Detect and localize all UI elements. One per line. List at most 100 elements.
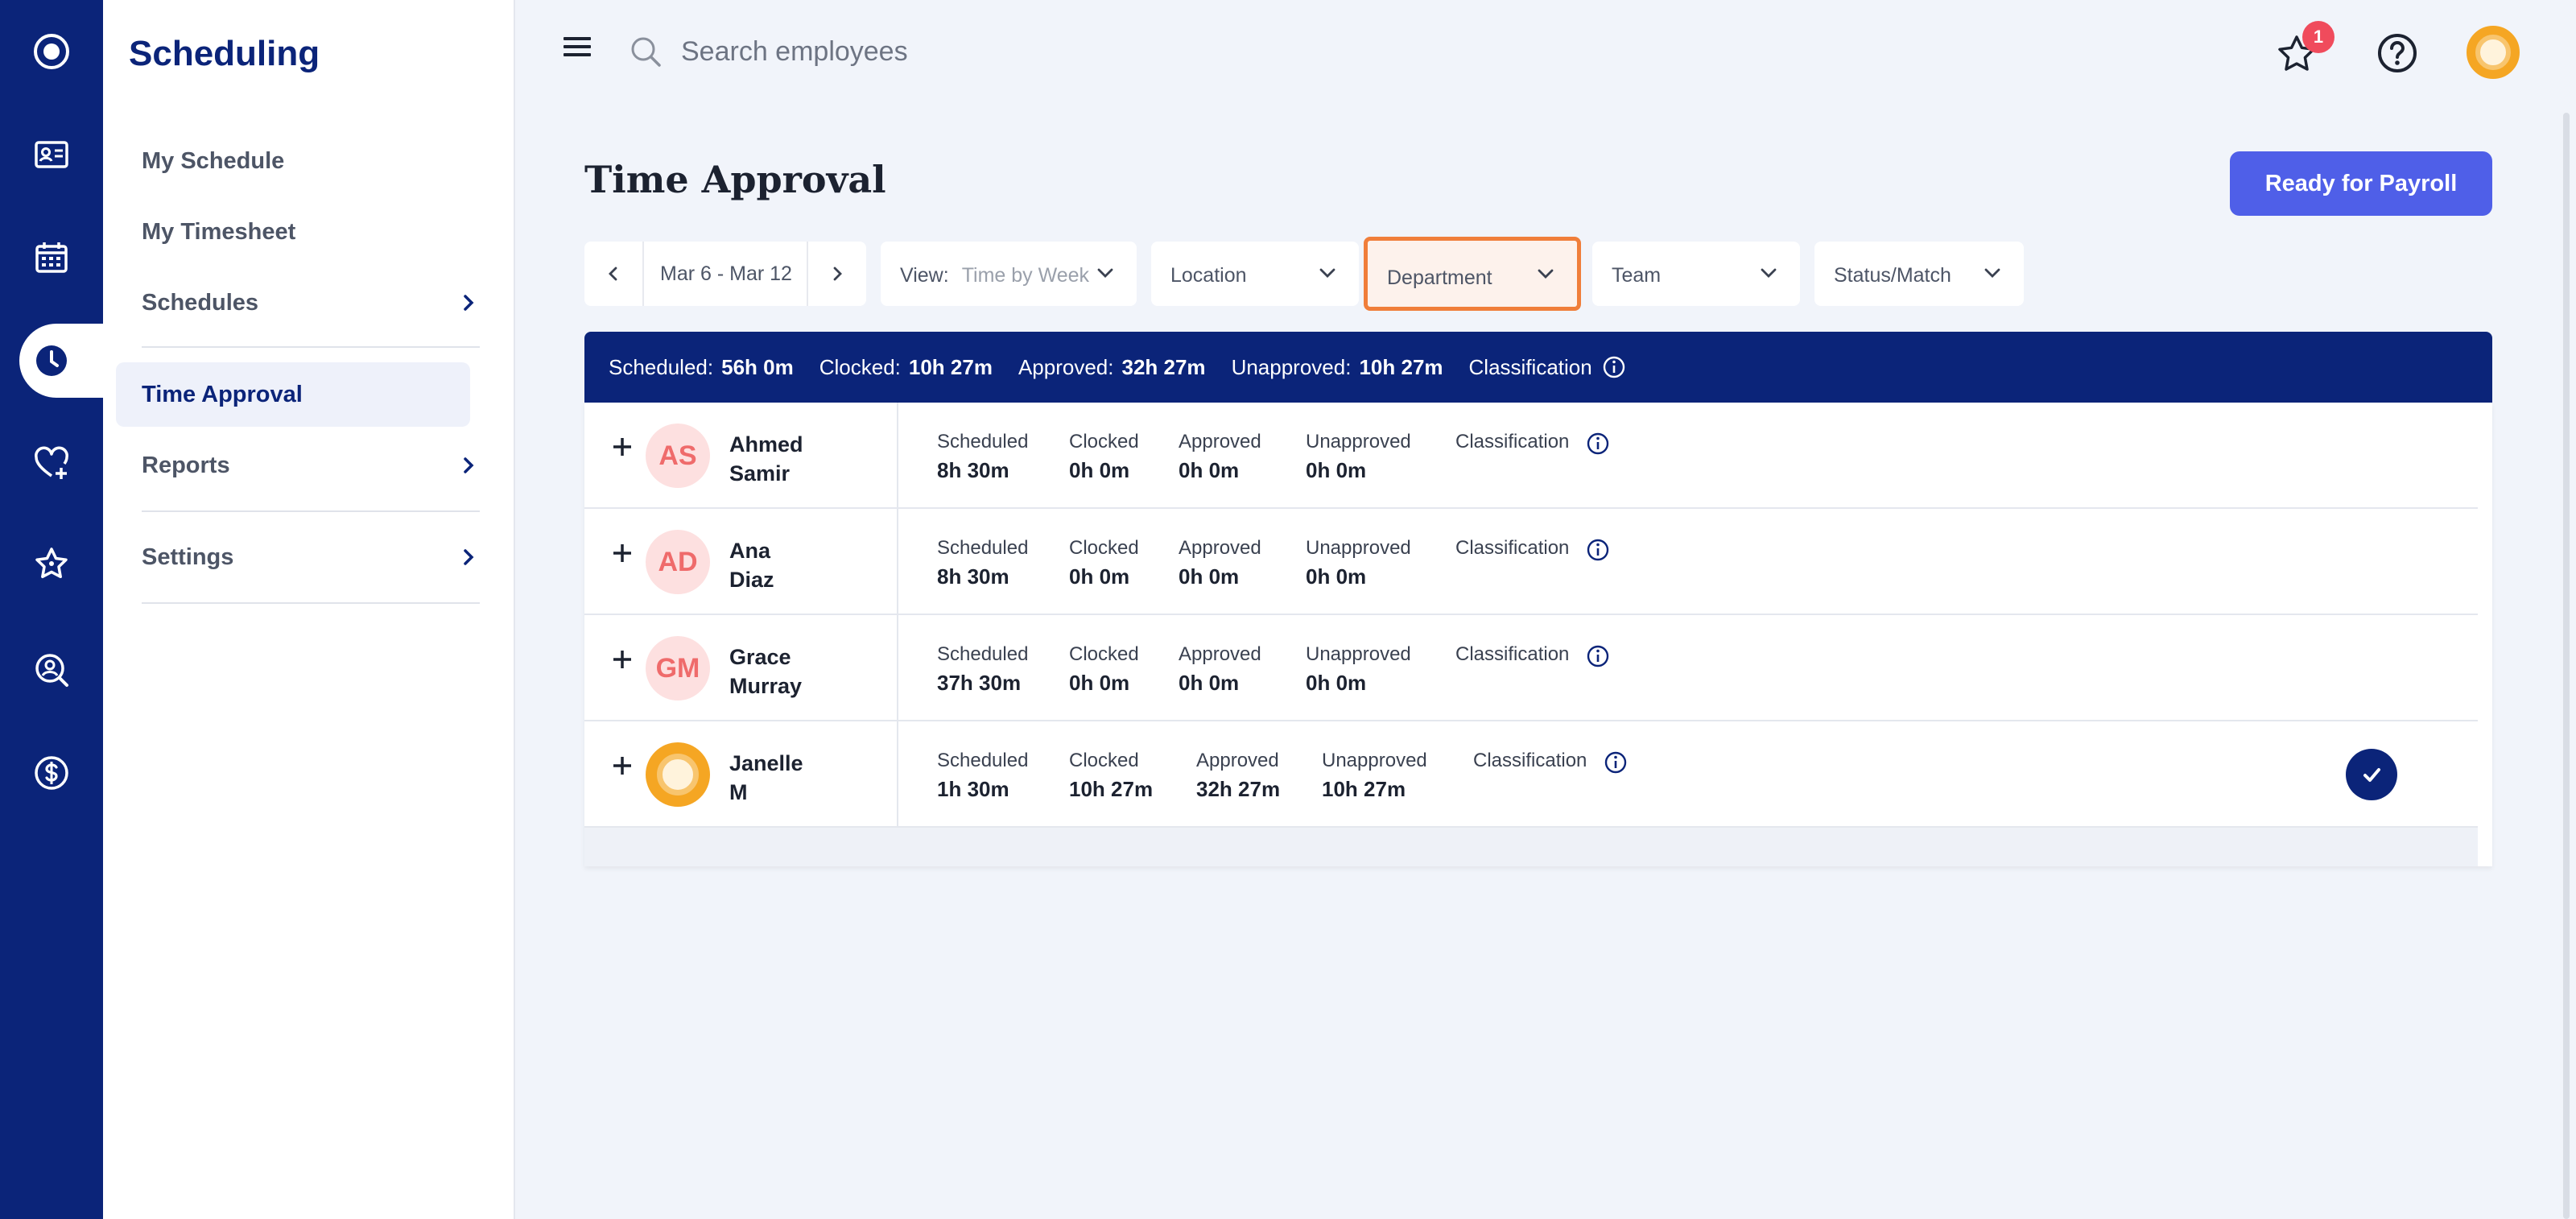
chevron-right-icon [833,267,842,281]
last-name: Diaz [729,568,774,592]
expand-plus-icon[interactable] [610,435,634,459]
status-match-select[interactable]: Status/Match [1814,242,2024,306]
stat-label: Scheduled [937,537,1029,559]
summary-value: 10h 27m [1359,354,1443,379]
view-label: View: [900,264,949,287]
expand-plus-icon[interactable] [610,647,634,671]
user-avatar[interactable] [2467,26,2520,79]
info-icon[interactable] [1586,538,1610,562]
previous-week-button[interactable] [584,242,644,306]
nav-divider [142,510,480,512]
next-week-button[interactable] [807,242,866,306]
table-row: GM Grace Murray Scheduled 37h 30m Clocked 0… [584,615,2478,721]
last-name: M [729,780,748,804]
department-select[interactable]: Department [1364,237,1581,311]
last-name: Murray [729,674,803,698]
checkmark-icon [2363,768,2380,782]
team-select[interactable]: Team [1592,242,1800,306]
clock-icon[interactable] [0,322,103,399]
star-icon[interactable] [0,525,103,602]
stat-label: Classification [1455,537,1570,559]
column-divider [897,615,898,721]
totals-summary-bar: Scheduled: 56h 0m Clocked: 10h 27m Approve… [584,332,2492,403]
stat-label: Unapproved [1322,750,1427,771]
approved-check-button[interactable] [2346,749,2397,800]
info-icon[interactable] [1586,644,1610,668]
info-icon[interactable] [1602,355,1626,379]
chevron-left-icon [609,267,617,281]
employee-avatar: GM [646,636,710,700]
scheduled-stat: Scheduled 1h 30m [937,747,1028,804]
summary-label: Scheduled: [609,354,714,379]
search-icon [631,37,661,67]
info-icon[interactable] [1586,432,1610,456]
summary-value: 56h 0m [721,354,794,379]
classification-stat: Classification [1455,641,1569,668]
stat-value: 0h 0m [1179,564,1240,589]
nav-item-reports[interactable]: Reports [142,433,480,498]
approved-stat: Approved 32h 27m [1196,747,1280,804]
clocked-stat: Clocked 0h 0m [1069,428,1139,485]
chevron-right-icon [464,295,474,311]
nav-item-my-timesheet[interactable]: My Timesheet [142,200,480,264]
date-range-navigator: Mar 6 - Mar 12 [584,242,866,306]
scheduled-stat: Scheduled 8h 30m [937,428,1028,485]
view-value: Time by Week [961,264,1090,287]
employee-name[interactable]: Janelle M [729,749,803,807]
nav-item-time-approval[interactable]: Time Approval [116,362,470,427]
stat-label: Unapproved [1306,537,1411,559]
nav-item-label: My Timesheet [142,218,296,245]
calendar-icon[interactable] [0,219,103,296]
hamburger-menu-icon[interactable] [562,34,594,61]
help-icon[interactable] [2375,31,2420,76]
employee-name[interactable]: Ahmed Samir [729,430,803,488]
dollar-icon[interactable] [0,734,103,812]
last-name: Samir [729,461,791,486]
notification-badge: 1 [2302,21,2334,53]
nav-item-label: Settings [142,543,234,570]
nav-item-label: My Schedule [142,147,285,174]
stat-label: Clocked [1069,750,1139,771]
view-select[interactable]: View: Time by Week [881,242,1137,306]
stat-value: 32h 27m [1196,777,1281,801]
summary-value: 10h 27m [908,354,993,379]
search-person-icon[interactable] [0,631,103,709]
stat-value: 0h 0m [1069,458,1130,482]
ready-for-payroll-button[interactable]: Ready for Payroll [2230,151,2492,216]
stat-value: 8h 30m [937,564,1009,589]
stat-value: 0h 0m [1069,671,1130,695]
approved-stat: Approved 0h 0m [1179,428,1261,485]
employee-name[interactable]: Grace Murray [729,643,802,700]
page-title: Time Approval [584,158,886,201]
info-icon[interactable] [1604,750,1628,775]
employee-avatar [646,742,710,807]
expand-plus-icon[interactable] [610,541,634,565]
stat-label: Clocked [1069,537,1139,559]
page-scrollbar[interactable] [2563,113,2570,1219]
app-logo-icon[interactable] [0,13,103,90]
search-input[interactable] [681,29,1245,74]
date-range-label[interactable]: Mar 6 - Mar 12 [660,262,792,286]
expand-plus-icon[interactable] [610,754,634,778]
employee-name[interactable]: Ana Diaz [729,536,774,594]
approved-stat: Approved 0h 0m [1179,535,1261,591]
stat-value: 8h 30m [937,458,1009,482]
profile-card-icon[interactable] [0,116,103,193]
heart-plus-icon[interactable] [0,425,103,502]
location-select[interactable]: Location [1151,242,1359,306]
first-name: Ana [729,539,771,563]
clocked-stat: Clocked 0h 0m [1069,535,1139,591]
table-row: AD Ana Diaz Scheduled 8h 30m Clocked 0h 0m … [584,509,2478,615]
nav-item-my-schedule[interactable]: My Schedule [142,129,480,193]
location-label: Location [1170,264,1247,287]
department-label: Department [1387,267,1492,289]
nav-item-schedules[interactable]: Schedules [142,271,480,335]
stat-label: Approved [1196,750,1279,771]
icon-rail [0,0,103,1219]
stat-value: 0h 0m [1069,564,1130,589]
nav-item-settings[interactable]: Settings [142,525,480,589]
stat-value: 0h 0m [1179,458,1240,482]
avatar-image [657,754,699,795]
unapproved-stat: Unapproved 0h 0m [1306,535,1411,591]
scheduled-stat: Scheduled 37h 30m [937,641,1028,697]
